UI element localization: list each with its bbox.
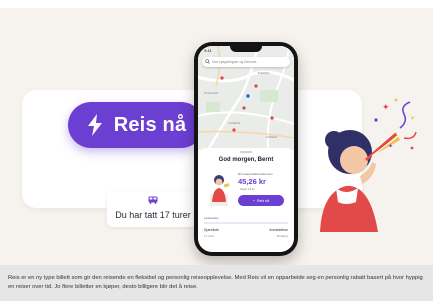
search-input[interactable]: Hva nyagutingner og Adresse (202, 57, 290, 67)
person-illustration (210, 175, 230, 206)
bottom-right-sub: Betaling (277, 234, 288, 238)
sheet-handle[interactable] (240, 151, 252, 153)
caption-text: Reis er en ny type billett som gir den r… (8, 275, 423, 290)
phone-mockup: BJERKE NYDALEN SAGENE SINSEN 9:41 Hva ny… (194, 42, 298, 256)
celebration-illustration: ✦ ✦ ✦ (320, 98, 417, 232)
phone-reis-label: Reis nå (256, 198, 270, 203)
bottom-right-item[interactable]: Anmeldelse (269, 228, 288, 232)
map-label: SAGENE (228, 121, 241, 125)
price: 45,26 kr (238, 177, 266, 186)
price-note: Spart 14 kr (240, 187, 255, 191)
svg-text:✦: ✦ (410, 115, 415, 122)
offer-label: Din neste bilett koster kun (238, 172, 273, 176)
trips-card: Du har tatt 17 turer (107, 191, 199, 227)
svg-text:✦: ✦ (388, 143, 393, 150)
lightning-icon (87, 114, 102, 136)
svg-text:✦: ✦ (382, 102, 390, 112)
phone-notch (230, 46, 262, 52)
hero-stage: Reis nå Du har tatt 17 turer BJERKE NYDA… (0, 0, 433, 265)
top-strip (0, 0, 433, 8)
bottom-sheet: God morgen, Bernt Din neste bilett koste… (198, 148, 294, 252)
reis-now-label: Reis nå (113, 113, 187, 136)
phone-reis-button[interactable]: + Reis nå (238, 195, 284, 206)
trips-count-text: Du har tatt 17 turer (115, 210, 191, 220)
greeting: God morgen, Bernt (218, 157, 274, 163)
phone-screen: BJERKE NYDALEN SAGENE SINSEN 9:41 Hva ny… (198, 46, 294, 252)
caption-box: Reis er en ny type billett som gir den r… (0, 265, 433, 301)
divider (204, 222, 288, 224)
bottom-left-item[interactable]: Kjøreliste (204, 228, 219, 232)
status-time: 9:41 (204, 48, 212, 53)
search-icon (205, 59, 210, 64)
map-label: NYDALEN (204, 91, 218, 95)
bottom-left-sub: 17 turer (204, 234, 215, 238)
map-label: SINSEN (266, 135, 277, 139)
reis-now-button[interactable]: Reis nå (68, 102, 204, 148)
plus-icon: + (252, 198, 255, 203)
section-label: Ladestatus (204, 216, 219, 220)
search-placeholder: Hva nyagutingner og Adresse (212, 59, 257, 64)
map-label: BJERKE (258, 71, 270, 75)
bus-icon (148, 196, 158, 204)
